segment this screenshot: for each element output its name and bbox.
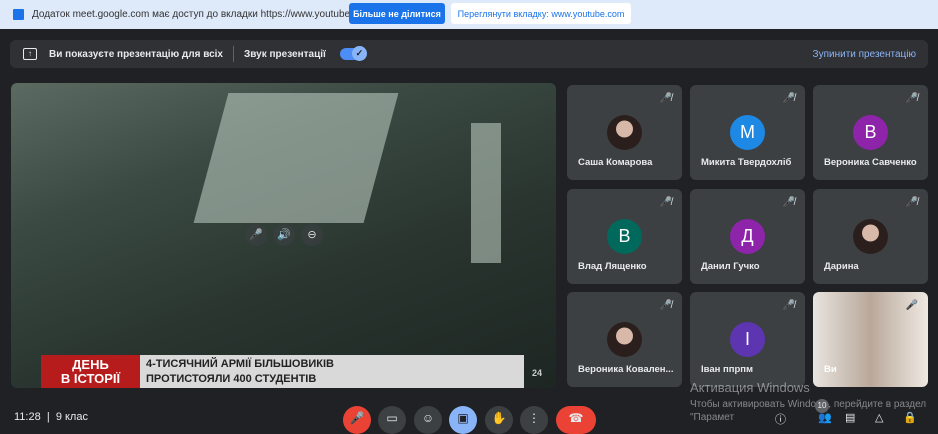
meeting-name: 9 клас [55, 411, 88, 423]
info-icon[interactable]: ⓘ [775, 411, 786, 427]
chat-icon[interactable]: ▤ [845, 411, 855, 424]
avatar [607, 322, 642, 357]
presentation-status: Ви показуєте презентацію для всіх [49, 48, 223, 60]
participant-tile[interactable]: 🎤̸ Вероника Ковален... [567, 292, 682, 387]
stop-sharing-button[interactable]: Більше не ділитися [349, 3, 445, 24]
audio-label: Звук презентації [244, 48, 326, 60]
mic-off-icon: 🎤̸ [905, 197, 918, 208]
participant-tile[interactable]: В 🎤̸ Вероника Савченко [813, 85, 928, 180]
avatar [853, 219, 888, 254]
audio-toggle[interactable]: ✓ [339, 46, 367, 61]
avatar: В [607, 219, 642, 254]
remove-icon[interactable]: ⊖ [301, 224, 323, 246]
view-tab-button[interactable]: Переглянути вкладку: www.youtube.com [451, 3, 631, 24]
share-icon [13, 9, 24, 20]
divider [233, 46, 234, 62]
more-options-button[interactable]: ⋮ [520, 406, 548, 434]
channel-logo: 24 [531, 368, 542, 378]
lock-icon[interactable]: 🔒 [903, 411, 917, 424]
emoji-button[interactable]: ☺ [414, 406, 442, 434]
mic-off-icon: 🎤̸ [905, 300, 918, 311]
video-frame-detail [471, 123, 501, 263]
participant-tile[interactable]: 🎤̸ Саша Комарова [567, 85, 682, 180]
participant-name: Саша Комарова [578, 157, 653, 168]
bottom-toolbar: 11:28 | 9 клас 🎤 ▭ ☺ ▣ ✋ ⋮ ☎ ⓘ 10 👥 ▤ △ … [0, 399, 938, 434]
watermark-title: Активация Windows [690, 380, 810, 395]
check-icon: ✓ [351, 46, 367, 61]
volume-icon[interactable]: 🔊 [273, 224, 295, 246]
raise-hand-button[interactable]: ✋ [485, 406, 513, 434]
badge-line: В ІСТОРІЇ [60, 371, 121, 386]
mic-off-icon: 🎤̸ [659, 300, 672, 311]
participant-tile[interactable]: 🎤̸ Ви [813, 292, 928, 387]
badge-line: ДЕНЬ [72, 357, 109, 372]
headline-line: 4-ТИСЯЧНИЙ АРМІЇ БІЛЬШОВИКІВ [146, 358, 335, 370]
leave-call-button[interactable]: ☎ [556, 406, 596, 434]
participant-name: Влад Лященко [578, 261, 647, 272]
headline-line: ПРОТИСТОЯЛИ 400 СТУДЕНТІВ [146, 373, 317, 385]
participant-name: Іван ппрпм [701, 364, 754, 375]
participant-tile[interactable]: 🎤̸ Дарина [813, 189, 928, 284]
present-button[interactable]: ▣ [449, 406, 477, 434]
clock: 11:28 [14, 411, 41, 423]
participant-tile[interactable]: Д 🎤̸ Данил Гучко [690, 189, 805, 284]
news-lower-third: ДЕНЬ В ІСТОРІЇ 4-ТИСЯЧНИЙ АРМІЇ БІЛЬШОВИК… [41, 355, 524, 388]
participant-name: Ви [824, 364, 837, 375]
mic-off-icon: 🎤̸ [905, 93, 918, 104]
present-icon: ↑ [23, 48, 37, 60]
participant-tile[interactable]: В 🎤̸ Влад Лященко [567, 189, 682, 284]
banner-message: Додаток meet.google.com має доступ до вк… [32, 9, 372, 20]
participant-tile[interactable]: M 🎤̸ Микита Твердохліб [690, 85, 805, 180]
mic-off-icon: 🎤̸ [782, 300, 795, 311]
participant-tile[interactable]: І 🎤̸ Іван ппрпм [690, 292, 805, 387]
avatar [607, 115, 642, 150]
presented-video[interactable]: 🎤 🔊 ⊖ ДЕНЬ В ІСТОРІЇ 4-ТИСЯЧНИЙ АРМІЇ БІЛ… [11, 83, 556, 388]
mic-off-icon: 🎤̸ [659, 197, 672, 208]
avatar: Д [730, 219, 765, 254]
avatar: M [730, 115, 765, 150]
video-frame-detail [193, 93, 399, 223]
participant-name: Микита Твердохліб [701, 157, 792, 168]
participant-name: Дарина [824, 261, 859, 272]
participant-name: Вероника Савченко [824, 157, 917, 168]
mute-icon[interactable]: 🎤 [245, 224, 267, 246]
participant-name: Данил Гучко [701, 261, 760, 272]
mic-off-icon: 🎤̸ [782, 197, 795, 208]
camera-button[interactable]: ▭ [378, 406, 406, 434]
avatar: В [853, 115, 888, 150]
participant-name: Вероника Ковален... [578, 364, 674, 375]
mic-off-button[interactable]: 🎤 [343, 406, 371, 434]
mic-off-icon: 🎤̸ [659, 93, 672, 104]
activities-icon[interactable]: △ [875, 411, 883, 424]
presentation-bar: ↑ Ви показуєте презентацію для всіх Звук… [10, 40, 928, 68]
mic-off-icon: 🎤̸ [782, 93, 795, 104]
stop-presentation-button[interactable]: Зупинити презентацію [813, 49, 916, 60]
share-banner: Додаток meet.google.com має доступ до вк… [0, 0, 938, 29]
avatar: І [730, 322, 765, 357]
people-icon[interactable]: 👥 [818, 411, 832, 424]
